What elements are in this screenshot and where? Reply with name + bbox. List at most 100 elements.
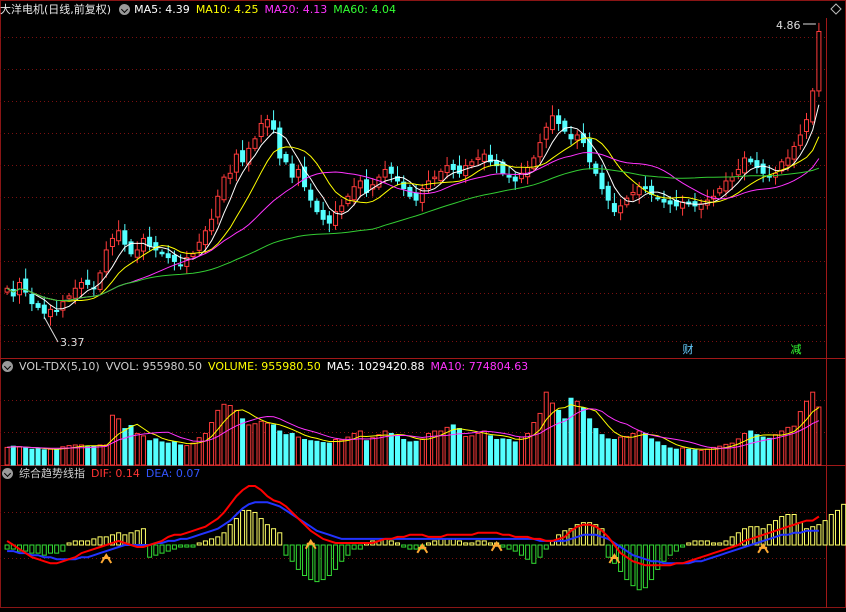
- candle-down: [413, 192, 419, 201]
- volume-bar-up: [537, 412, 543, 466]
- volume-bar-down: [500, 438, 506, 466]
- candle-up: [425, 180, 432, 190]
- volume-bar-up: [60, 446, 66, 466]
- dropdown-icon[interactable]: [2, 468, 13, 479]
- macd-bar-positive: [692, 540, 698, 546]
- tag-jian[interactable]: 减: [789, 343, 803, 357]
- volume-bar-up: [103, 444, 109, 466]
- macd-bar-positive: [828, 514, 834, 546]
- macd-bar-negative: [283, 544, 289, 556]
- macd-bar-positive: [481, 540, 487, 546]
- candle-up: [339, 205, 345, 213]
- macd-bar-positive: [711, 542, 717, 546]
- buy-signal-icon: [490, 540, 503, 552]
- macd-bar-positive: [834, 509, 841, 546]
- dea-value: DEA: 0.07: [145, 467, 201, 480]
- candle-up: [221, 176, 227, 201]
- volume-bar-up: [97, 444, 103, 466]
- volume-bar-up: [803, 400, 810, 466]
- macd-bar-negative: [680, 544, 686, 548]
- volume-bar-down: [302, 439, 308, 466]
- macd-bar-negative: [630, 544, 636, 587]
- volume-bar-down: [326, 442, 332, 466]
- volume-bar-down: [23, 447, 29, 466]
- volume-bar-down: [128, 425, 134, 466]
- candle-down: [655, 197, 661, 200]
- candle-down: [85, 279, 91, 285]
- macd-bar-positive: [766, 524, 772, 546]
- volume-bar-down: [240, 418, 246, 466]
- volume-bar-down: [388, 432, 394, 466]
- macd-indicator-title: 综合趋势线指: [19, 467, 85, 480]
- volume-bar-down: [289, 432, 295, 466]
- tag-cai[interactable]: 财: [681, 343, 695, 357]
- candle-up: [72, 287, 78, 299]
- candle-down: [283, 154, 289, 163]
- high-price-label: 4.86: [776, 19, 801, 32]
- macd-bar-positive: [463, 542, 469, 546]
- volume-bar-up: [518, 436, 524, 466]
- macd-bar-positive: [425, 542, 432, 546]
- volume-bar-up: [463, 435, 469, 466]
- candle-down: [165, 253, 171, 259]
- volume-bar-down: [159, 441, 165, 466]
- candle-up: [357, 180, 363, 189]
- macd-bar-negative: [171, 544, 177, 550]
- macd-bar-negative: [190, 544, 196, 548]
- macd-bar-positive: [797, 522, 803, 546]
- macd-bar-positive: [791, 514, 797, 546]
- dropdown-icon[interactable]: [119, 4, 131, 15]
- macd-bar-positive: [748, 526, 754, 546]
- macd-bar-negative: [4, 544, 10, 550]
- candle-down: [364, 179, 370, 193]
- macd-bar-negative: [41, 544, 47, 556]
- candle-down: [171, 254, 177, 262]
- candle-up: [475, 157, 481, 160]
- macd-bar-positive: [841, 503, 846, 546]
- macd-bar-negative: [413, 544, 419, 550]
- macd-bar-negative: [60, 544, 66, 552]
- volume-bar-up: [184, 445, 190, 466]
- volume-bar-down: [407, 441, 413, 466]
- macd-bar-negative: [302, 544, 308, 576]
- candle-up: [66, 295, 72, 299]
- macd-bar-positive: [760, 528, 766, 546]
- macd-bar-negative: [661, 544, 667, 562]
- ma5-value: MA5: 4.39: [134, 3, 190, 16]
- dropdown-icon[interactable]: [2, 361, 13, 372]
- volume-bar-up: [630, 432, 636, 466]
- volume-bar-down: [611, 439, 617, 466]
- stock-title: 大洋电机(日线,前复权): [0, 3, 112, 16]
- macd-bar-negative: [308, 544, 314, 581]
- macd-bar-positive: [816, 524, 822, 546]
- volume-bar-down: [314, 440, 320, 466]
- settings-diamond-icon[interactable]: [830, 3, 842, 15]
- dif-value: DIF: 0.14: [91, 467, 140, 480]
- macd-bar-negative: [636, 544, 642, 591]
- macd-bar-negative: [345, 544, 351, 556]
- volume-bar-down: [41, 449, 47, 466]
- macd-bar-positive: [252, 511, 258, 546]
- candle-down: [642, 186, 648, 190]
- volume-bar-up: [680, 447, 686, 466]
- volume-bar-down: [754, 434, 760, 466]
- candle-up: [190, 253, 196, 257]
- candle-down: [748, 158, 754, 163]
- candle-up: [233, 153, 239, 173]
- chart-canvas[interactable]: [0, 0, 846, 608]
- macd-bar-positive: [277, 532, 283, 546]
- macd-bar-positive: [215, 536, 221, 546]
- candle-down: [667, 200, 673, 205]
- macd-bar-negative: [147, 544, 153, 558]
- macd-bar-negative: [29, 544, 35, 554]
- candle-down: [277, 127, 283, 159]
- stock-chart[interactable]: 大洋电机(日线,前复权) MA5: 4.39 MA10: 4.25 MA20: 4.1…: [0, 0, 846, 608]
- volume-bar-up: [742, 432, 748, 466]
- volume-bar-up: [704, 448, 710, 466]
- volume-bar-down: [308, 440, 314, 466]
- candle-up: [469, 161, 475, 167]
- candle-up: [432, 176, 438, 180]
- macd-bar-positive: [729, 536, 735, 546]
- candle-down: [29, 293, 35, 305]
- volume-bar-up: [4, 446, 10, 466]
